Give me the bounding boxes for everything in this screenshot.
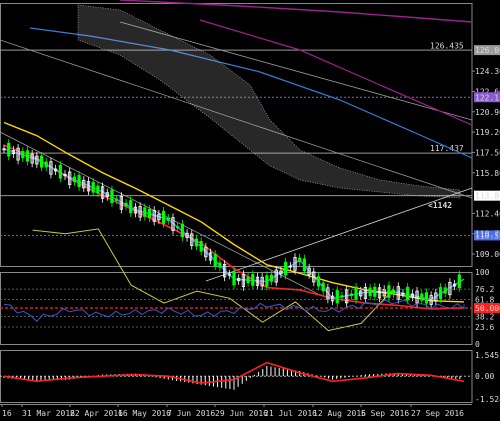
candle-body	[72, 176, 77, 183]
candle-body	[110, 189, 114, 204]
price-axis-label: 115.80	[475, 169, 500, 178]
price-axis-label: 120.90	[475, 108, 500, 117]
price-chart: 126.435117.437126.060124.30122.60122.115…	[0, 0, 500, 418]
rsi-axis-label: 0	[475, 340, 480, 349]
osc-signal-line	[3, 361, 465, 384]
candle-body	[335, 290, 339, 304]
candle-body	[373, 286, 377, 297]
candle-body	[143, 207, 147, 217]
candle-body	[199, 241, 203, 252]
candle-body	[25, 150, 30, 162]
candle-body	[218, 262, 222, 268]
price-axis-label: 113.882	[475, 192, 500, 201]
candle-body	[166, 217, 170, 221]
price-label-126435: 126.435	[430, 42, 464, 51]
candle-body	[194, 238, 199, 247]
candle-body	[340, 295, 344, 298]
rsi-axis-label-50: 50.000	[475, 304, 500, 313]
x-axis-label: 22 Apr 2016	[70, 409, 123, 418]
candle-body	[58, 164, 62, 179]
candle-body	[77, 174, 81, 188]
candle-body	[39, 155, 44, 168]
candle-body	[213, 253, 217, 267]
candle-body	[269, 274, 274, 282]
x-axis-label: 5 Sep 2016	[361, 409, 409, 418]
candle-body	[91, 181, 95, 193]
candle-body	[457, 274, 461, 289]
x-axis-label: 12 Aug 2016	[313, 409, 366, 418]
candle-body	[21, 151, 25, 159]
candle-body	[129, 200, 133, 214]
candle-body	[115, 198, 119, 201]
ichimoku-cloud	[77, 4, 461, 199]
price-axis-label: 124.30	[475, 67, 500, 76]
candle-body	[96, 185, 100, 194]
price-axis-label: 117.50	[475, 148, 500, 157]
candle-body	[251, 274, 255, 286]
x-axis-label: 16	[2, 409, 12, 418]
osc-axis-label: 1.5451	[475, 351, 500, 360]
candle-body	[321, 282, 325, 292]
price-annotation-1142: <1142	[428, 201, 452, 210]
candle-body	[316, 276, 321, 287]
rsi-axis-label: 76.2	[475, 285, 494, 294]
candle-body	[349, 293, 353, 297]
candle-body	[7, 142, 11, 157]
candle-body	[147, 208, 152, 219]
candle-body	[391, 289, 396, 295]
price-axis-label: 122.115	[475, 93, 500, 102]
candle-body	[44, 161, 48, 168]
candle-body	[161, 210, 166, 224]
rsi-line	[3, 299, 465, 323]
candle-body	[424, 292, 429, 304]
candle-body	[265, 275, 269, 287]
x-axis-label: 7 Jun 2016	[167, 409, 215, 418]
price-axis-label: 126.060	[475, 46, 500, 55]
price-axis-label: 109.00	[475, 250, 500, 259]
rsi-axis-label: 23.6	[475, 323, 494, 332]
candle-body	[246, 276, 250, 283]
price-axis-label: 112.40	[475, 209, 500, 218]
osc-axis-label: -1.5244	[475, 395, 500, 404]
candle-body	[232, 271, 236, 286]
candle-body	[443, 287, 447, 294]
rsi-axis-label: 38.2	[475, 312, 494, 321]
chart-root: 126.435117.437126.060124.30122.60122.115…	[0, 0, 500, 421]
rsi-axis-label: 100	[475, 268, 490, 277]
x-axis-label: 29 Jun 2016	[215, 409, 268, 418]
candle-body	[298, 257, 302, 263]
x-axis-label: 27 Sep 2016	[411, 409, 464, 418]
candle-body	[302, 258, 307, 272]
price-axis-label: 110.70	[475, 230, 500, 239]
candle-body	[180, 223, 184, 238]
candle-body	[284, 261, 288, 276]
osc-axis-label: 0.00	[475, 372, 494, 381]
x-axis-label: 21 Jul 2016	[264, 409, 317, 418]
candle-body	[124, 202, 128, 207]
x-axis-label: 31 Mar 2016	[22, 409, 75, 418]
candle-body	[387, 285, 391, 298]
x-axis-label: 16 May 2016	[118, 409, 171, 418]
candle-body	[176, 226, 180, 229]
price-axis-label: 119.20	[475, 128, 500, 137]
